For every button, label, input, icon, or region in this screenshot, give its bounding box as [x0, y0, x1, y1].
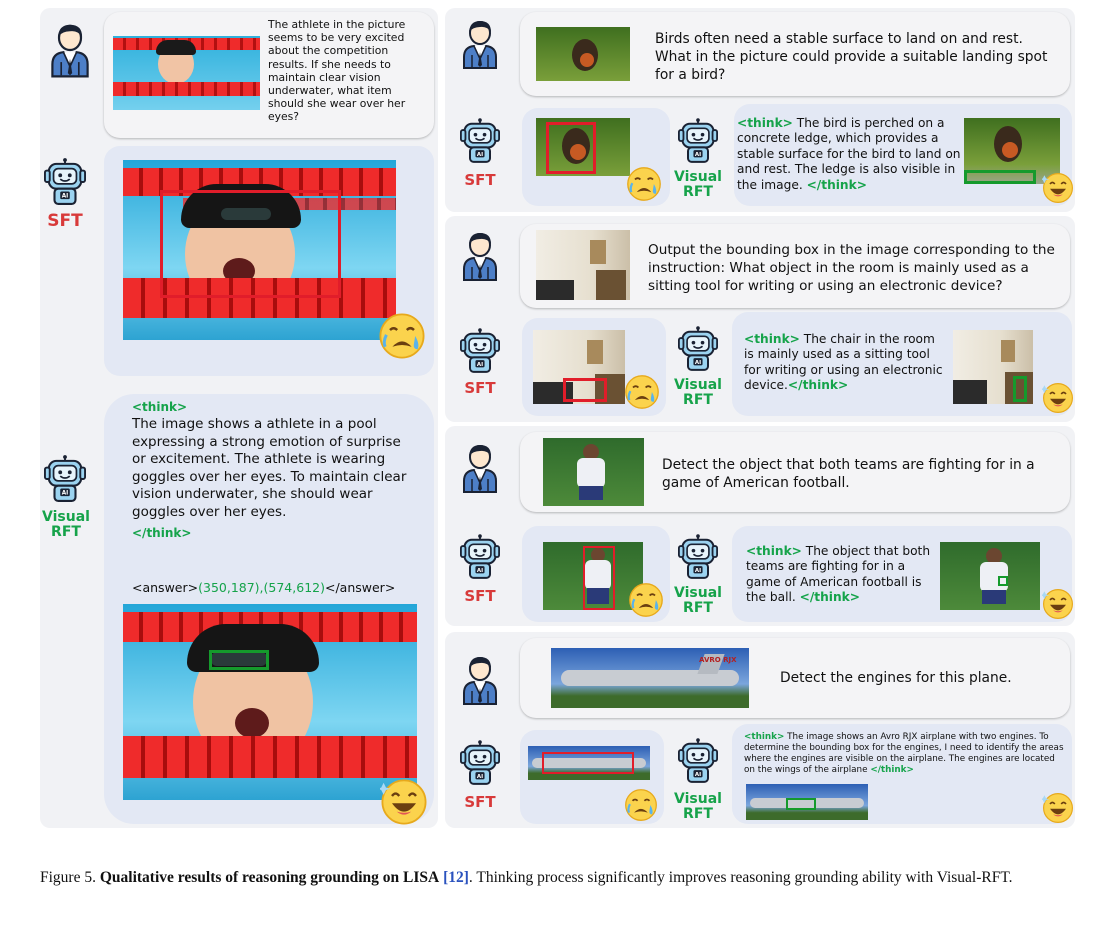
- think-open-tag: <think>: [132, 400, 188, 414]
- room-image-rft: [953, 330, 1033, 404]
- robot-ai-icon: [460, 118, 500, 164]
- answer-close-tag: </answer>: [324, 580, 396, 595]
- answer-coordinates: (350,187),(574,612): [198, 580, 325, 595]
- user-icon: [460, 442, 500, 494]
- robot-ai-icon: [678, 534, 718, 580]
- bird-question-text: Birds often need a stable surface to lan…: [655, 31, 1048, 84]
- robot-ai-icon: [44, 455, 86, 503]
- football-think-text: <think> The object that both teams are f…: [746, 544, 931, 605]
- sft-label: SFT: [464, 171, 496, 189]
- swimmer-thumbnail: [113, 36, 260, 110]
- sft-label: SFT: [464, 379, 496, 397]
- think-open-tag: <think>: [744, 732, 785, 742]
- plane-livery-text: AVRO RJX: [699, 656, 737, 664]
- user-icon: [460, 18, 500, 70]
- room-image-sft: [533, 330, 625, 404]
- caption-body: . Thinking process significantly improve…: [468, 869, 1013, 886]
- think-open-tag: <think>: [737, 116, 793, 130]
- robot-ai-icon: [460, 740, 500, 786]
- caption-prefix: Figure 5.: [40, 869, 96, 886]
- robot-ai-icon: [678, 326, 718, 372]
- visual-rft-label: Visual RFT: [674, 791, 722, 823]
- sft-label: SFT: [464, 793, 496, 811]
- swimmer-image-sft: [123, 160, 396, 340]
- bird-thumbnail: [536, 27, 630, 81]
- laughing-emoji-icon: [1042, 792, 1074, 824]
- left-think-text: The image shows a athlete in a pool expr…: [132, 416, 407, 520]
- robot-ai-icon: [678, 118, 718, 164]
- think-close-tag: </think>: [870, 765, 914, 776]
- laughing-emoji-icon: [1042, 382, 1074, 414]
- think-open-tag: <think>: [744, 332, 800, 346]
- think-close-tag: </think>: [132, 526, 192, 540]
- plane-thumbnail: AVRO RJX: [551, 648, 749, 708]
- think-close-tag: </think>: [787, 378, 849, 393]
- visual-rft-label: Visual RFT: [674, 585, 722, 617]
- left-question-text: The athlete in the picture seems to be v…: [268, 18, 406, 124]
- robot-ai-icon: [678, 738, 718, 784]
- bird-think-text: <think> The bird is perched on a concret…: [737, 116, 961, 192]
- figure-caption: Figure 5. Qualitative results of reasoni…: [40, 868, 1080, 888]
- room-think-text: <think> The chair in the room is mainly …: [744, 332, 943, 393]
- visual-rft-label: Visual RFT: [674, 169, 722, 201]
- caption-title: Qualitative results of reasoning groundi…: [99, 869, 440, 886]
- visual-rft-label: Visual RFT: [42, 509, 90, 541]
- visual-rft-label: Visual RFT: [674, 377, 722, 409]
- robot-ai-icon: [460, 328, 500, 374]
- crying-emoji-icon: [624, 374, 660, 410]
- crying-emoji-icon: [628, 582, 664, 618]
- crying-emoji-icon: [624, 788, 658, 822]
- robot-ai-icon: [460, 534, 500, 580]
- room-question-text: Output the bounding box in the image cor…: [648, 242, 1055, 294]
- plane-image-sft: [528, 746, 650, 780]
- sft-label: SFT: [464, 587, 496, 605]
- think-close-tag: </think>: [799, 590, 860, 605]
- sft-label: SFT: [47, 211, 83, 231]
- football-image-rft: [940, 542, 1040, 610]
- user-icon: [460, 230, 500, 282]
- crying-emoji-icon: [626, 166, 662, 202]
- answer-line: <answer>(350,187),(574,612)</answer>: [132, 580, 395, 596]
- football-question-text: Detect the object that both teams are fi…: [662, 457, 1035, 492]
- plane-think-text: <think> The image shows an Avro RJX airp…: [744, 732, 1064, 776]
- crying-emoji-icon: [378, 312, 426, 360]
- bird-image-sft: [536, 118, 630, 176]
- answer-open-tag: <answer>: [132, 580, 199, 595]
- robot-ai-icon: [44, 158, 86, 206]
- laughing-emoji-icon: [1042, 588, 1074, 620]
- user-icon: [48, 22, 92, 78]
- caption-reference[interactable]: [12]: [443, 869, 469, 886]
- plane-image-rft: [746, 784, 868, 820]
- swimmer-image-rft: [123, 604, 417, 800]
- laughing-emoji-icon: [1042, 172, 1074, 204]
- think-open-tag: <think>: [746, 544, 802, 558]
- laughing-emoji-icon: [380, 778, 428, 826]
- plane-question-text: Detect the engines for this plane.: [780, 670, 1012, 686]
- football-thumbnail: [543, 438, 644, 506]
- room-thumbnail: [536, 230, 630, 300]
- user-icon: [460, 654, 500, 706]
- think-close-tag: </think>: [806, 177, 867, 192]
